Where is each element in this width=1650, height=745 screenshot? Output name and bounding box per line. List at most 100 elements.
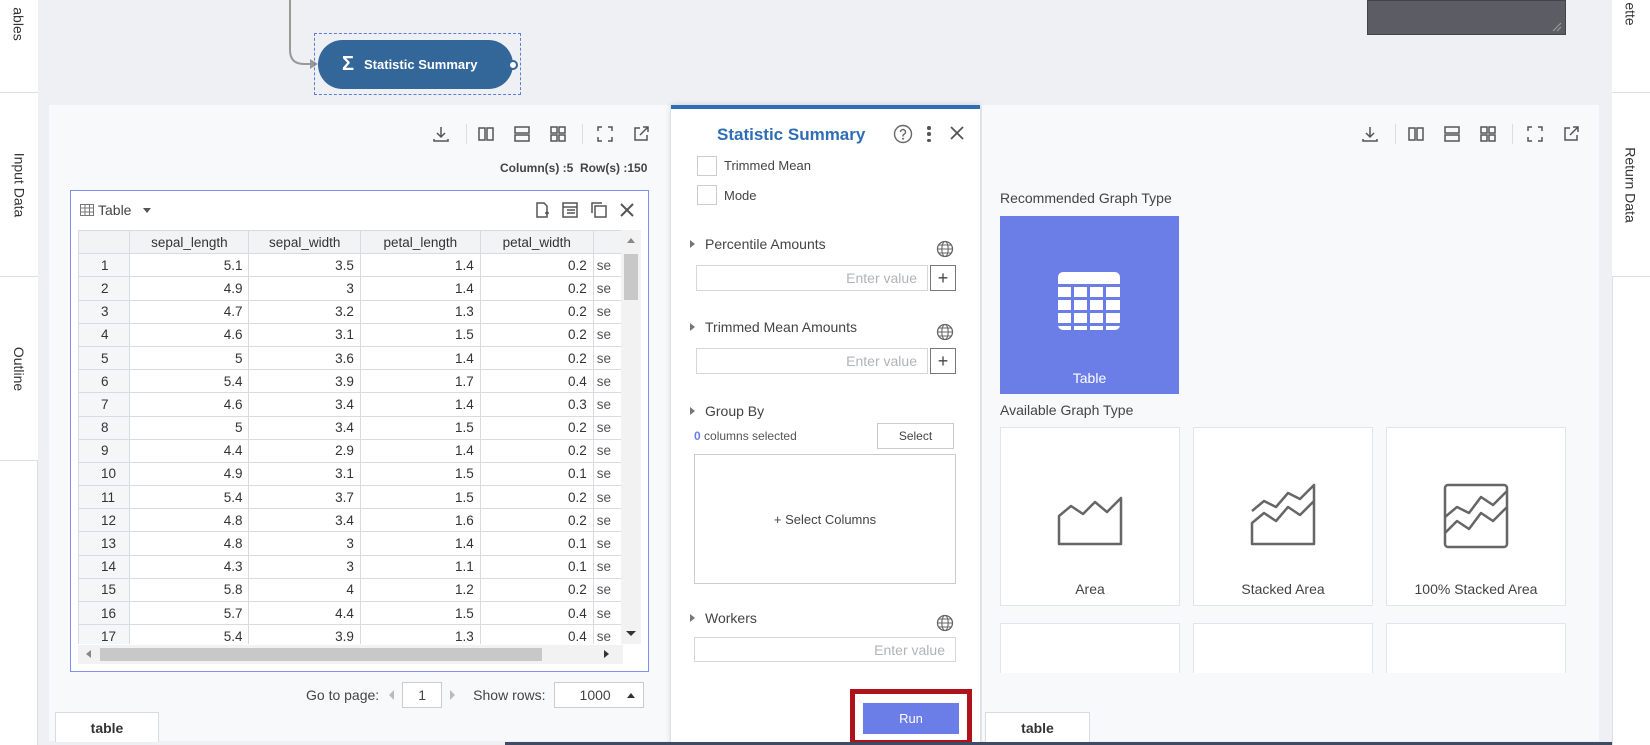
column-header[interactable]: sepal_width <box>248 230 361 255</box>
group-by-section[interactable]: Group By <box>690 403 764 419</box>
table-cell[interactable]: 5.4 <box>129 485 250 510</box>
trimmed-mean-amounts-input[interactable]: Enter value <box>696 348 928 374</box>
row-index-cell[interactable]: 4 <box>78 322 131 347</box>
data-grid[interactable]: sepal_length sepal_width petal_length petal… <box>78 230 623 644</box>
scroll-up-arrow-icon[interactable] <box>627 238 635 243</box>
table-cell[interactable]: 1.4 <box>359 392 481 417</box>
right-bottom-tab-table[interactable]: table <box>985 712 1090 742</box>
globe-icon[interactable] <box>936 614 954 632</box>
table-cell[interactable]: 3.9 <box>248 369 361 394</box>
percentile-amounts-input[interactable]: Enter value <box>696 265 928 291</box>
copy-icon[interactable] <box>588 199 610 221</box>
row-index-cell[interactable]: 7 <box>78 392 131 417</box>
trimmed-mean-checkbox[interactable] <box>697 156 717 176</box>
workers-section[interactable]: Workers <box>690 610 757 626</box>
table-row[interactable]: 2 4.9 3 1.4 0.2 se <box>78 276 623 301</box>
table-cell[interactable]: 0.4 <box>479 600 594 626</box>
table-cell[interactable]: 1.5 <box>359 485 481 510</box>
row-index-cell[interactable]: 14 <box>78 554 131 579</box>
table-row[interactable]: 8 5 3.4 1.5 0.2 se <box>78 415 623 440</box>
table-row[interactable]: 11 5.4 3.7 1.5 0.2 se <box>78 485 623 510</box>
table-cell[interactable]: 4.4 <box>248 600 361 626</box>
new-document-icon[interactable] <box>531 199 553 221</box>
table-row[interactable]: 15 5.8 4 1.2 0.2 se <box>78 577 623 603</box>
row-index-header[interactable] <box>78 230 131 255</box>
table-cell[interactable]: se <box>592 369 623 394</box>
table-cell[interactable]: 3 <box>248 276 361 301</box>
popout-icon[interactable] <box>1560 123 1582 145</box>
help-icon[interactable] <box>893 124 913 144</box>
graph-card-partial[interactable] <box>1386 623 1566 673</box>
table-cell[interactable]: 3.1 <box>248 461 361 487</box>
add-trimmed-mean-button[interactable]: + <box>930 348 956 374</box>
row-index-cell[interactable]: 13 <box>78 531 131 556</box>
next-page-icon[interactable] <box>450 690 456 700</box>
expand-icon[interactable] <box>1524 123 1546 145</box>
graph-card-partial[interactable] <box>1193 623 1373 673</box>
view-type-select[interactable]: Table <box>80 202 152 218</box>
mode-checkbox[interactable] <box>697 185 717 205</box>
table-row[interactable]: 17 5.4 3.9 1.3 0.4 se <box>78 624 623 644</box>
graph-card-partial[interactable] <box>1000 623 1180 673</box>
table-cell[interactable]: se <box>592 415 623 440</box>
split-vertical-icon[interactable] <box>1405 123 1427 145</box>
table-cell[interactable]: se <box>592 392 623 417</box>
minimap[interactable] <box>1367 0 1566 35</box>
horizontal-scroll-thumb[interactable] <box>100 648 542 661</box>
table-cell[interactable]: 0.4 <box>479 624 594 644</box>
table-cell[interactable]: 4.9 <box>129 461 250 487</box>
left-tab-input-data[interactable]: Input Data <box>0 93 38 277</box>
table-cell[interactable]: se <box>592 624 623 644</box>
table-cell[interactable]: 0.4 <box>479 369 594 394</box>
column-header[interactable] <box>592 230 623 255</box>
add-percentile-button[interactable]: + <box>930 265 956 291</box>
table-cell[interactable]: se <box>592 345 623 371</box>
table-cell[interactable]: 0.1 <box>479 531 594 556</box>
row-index-cell[interactable]: 16 <box>78 600 131 626</box>
table-cell[interactable]: 4.9 <box>129 276 250 301</box>
table-row[interactable]: 16 5.7 4.4 1.5 0.4 se <box>78 600 623 626</box>
table-cell[interactable]: 1.5 <box>359 415 481 440</box>
globe-icon[interactable] <box>936 323 954 341</box>
table-cell[interactable]: 4.4 <box>129 438 250 463</box>
table-cell[interactable]: 4.8 <box>129 508 250 533</box>
table-cell[interactable]: 4.6 <box>129 392 250 417</box>
table-cell[interactable]: 0.1 <box>479 461 594 487</box>
table-cell[interactable]: 4.6 <box>129 322 250 347</box>
left-bottom-tab-table[interactable]: table <box>55 712 159 742</box>
download-icon[interactable] <box>430 123 452 145</box>
more-options-icon[interactable] <box>926 124 932 144</box>
table-cell[interactable]: se <box>592 554 623 579</box>
table-cell[interactable]: 1.3 <box>359 299 481 324</box>
table-cell[interactable]: se <box>592 438 623 463</box>
statistic-summary-node[interactable]: Σ Statistic Summary <box>318 40 513 89</box>
table-cell[interactable]: 0.2 <box>479 322 594 347</box>
prev-page-icon[interactable] <box>389 690 395 700</box>
table-cell[interactable]: 4.7 <box>129 299 250 324</box>
table-cell[interactable]: se <box>592 253 623 278</box>
table-cell[interactable]: 0.2 <box>479 577 594 603</box>
table-row[interactable]: 6 5.4 3.9 1.7 0.4 se <box>78 369 623 394</box>
table-row[interactable]: 3 4.7 3.2 1.3 0.2 se <box>78 299 623 324</box>
table-cell[interactable]: 1.3 <box>359 624 481 644</box>
table-cell[interactable]: 0.3 <box>479 392 594 417</box>
table-cell[interactable]: 3.4 <box>248 392 361 417</box>
stacked-area-card[interactable]: Stacked Area <box>1193 427 1373 606</box>
column-header[interactable]: petal_width <box>479 230 594 255</box>
table-cell[interactable]: se <box>592 276 623 301</box>
table-cell[interactable]: 4.3 <box>129 554 250 579</box>
table-row[interactable]: 4 4.6 3.1 1.5 0.2 se <box>78 322 623 347</box>
table-cell[interactable]: 0.2 <box>479 508 594 533</box>
table-cell[interactable]: 1.4 <box>359 345 481 371</box>
row-index-cell[interactable]: 5 <box>78 345 131 371</box>
table-cell[interactable]: se <box>592 600 623 626</box>
split-horizontal-icon[interactable] <box>511 123 533 145</box>
table-cell[interactable]: 5.4 <box>129 369 250 394</box>
table-cell[interactable]: 5 <box>129 415 250 440</box>
area-card[interactable]: Area <box>1000 427 1180 606</box>
row-index-cell[interactable]: 10 <box>78 461 131 487</box>
trimmed-mean-amounts-section[interactable]: Trimmed Mean Amounts <box>690 319 857 335</box>
table-cell[interactable]: 1.5 <box>359 322 481 347</box>
percent-stacked-area-card[interactable]: 100% Stacked Area <box>1386 427 1566 606</box>
table-cell[interactable]: 3.5 <box>248 253 361 278</box>
